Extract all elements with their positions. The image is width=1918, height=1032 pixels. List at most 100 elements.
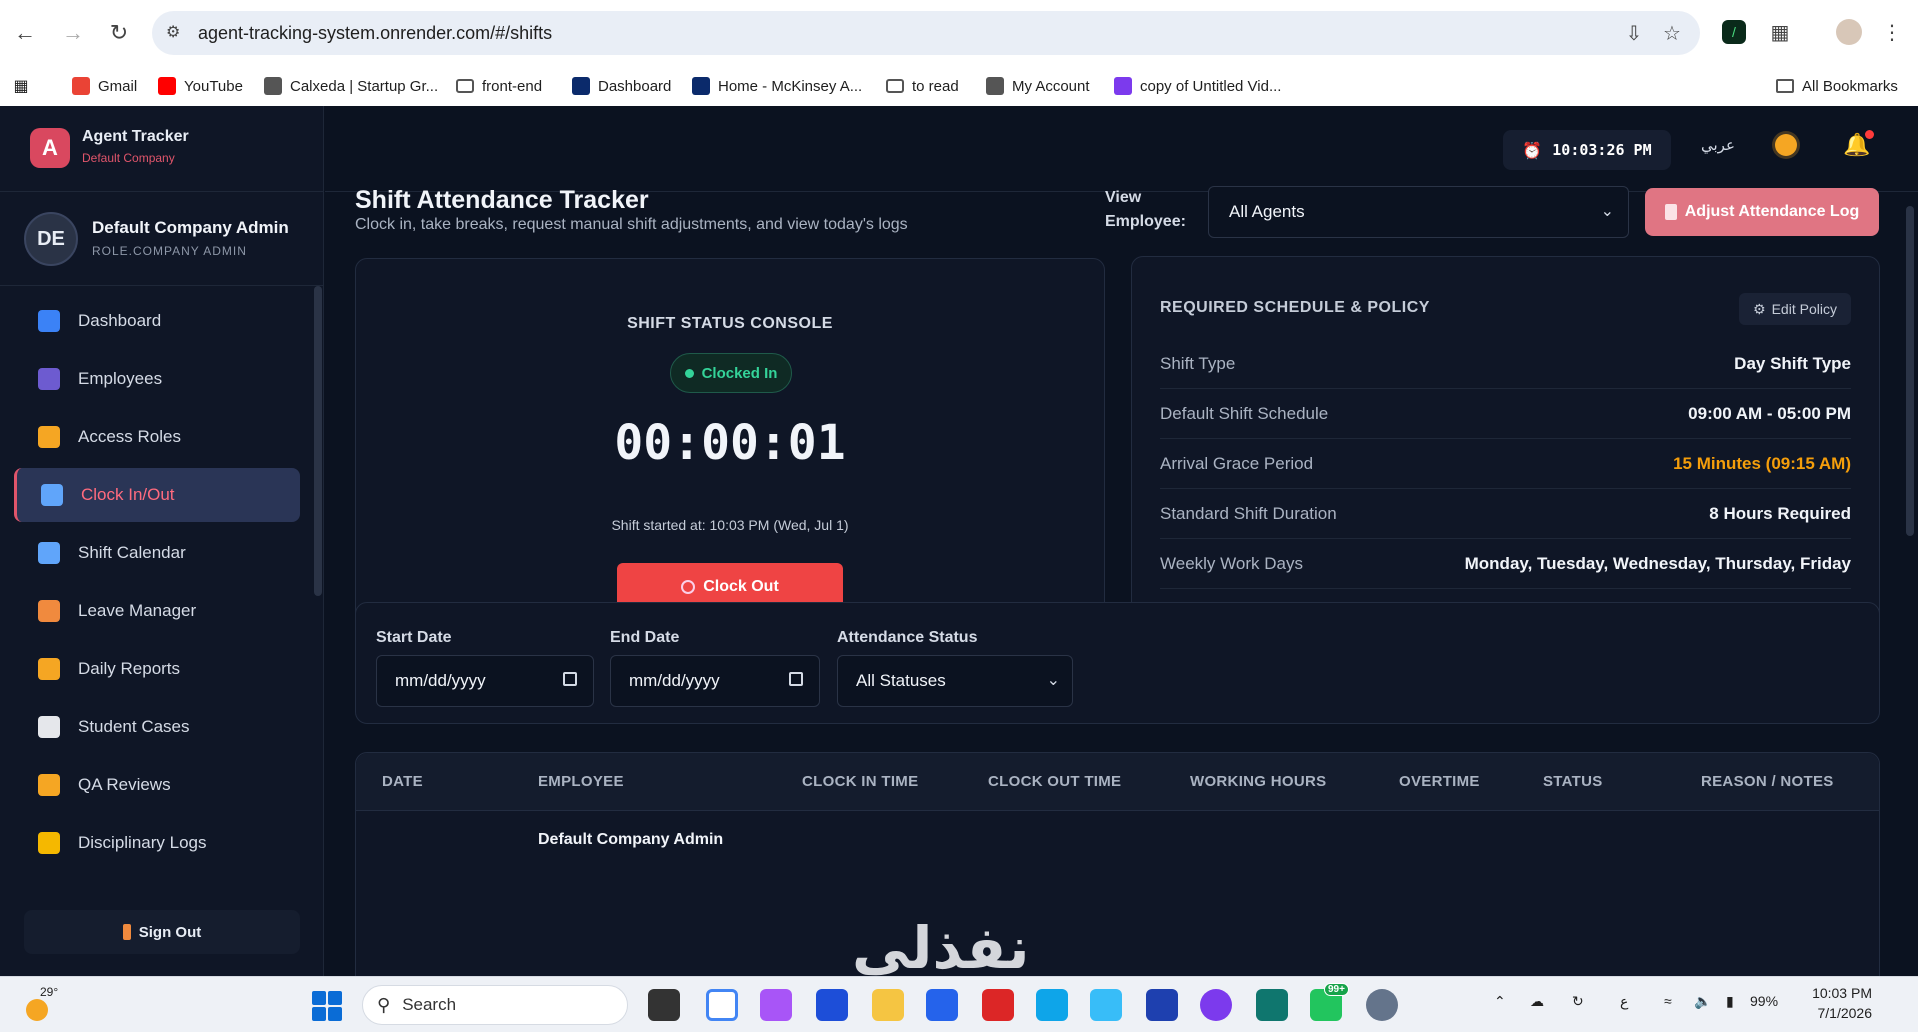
sidebar-item-daily-reports[interactable]: Daily Reports [14, 642, 300, 696]
all-bookmarks-label: All Bookmarks [1802, 77, 1898, 95]
whatsapp-badge: 99+ [1324, 983, 1349, 996]
apps-grid-icon[interactable]: ▦ [12, 74, 30, 98]
start-button[interactable] [312, 991, 342, 1021]
column-header[interactable]: WORKING HOURS [1190, 773, 1326, 790]
remote-desktop-icon[interactable] [926, 989, 958, 1021]
attendance-status-value: All Statuses [856, 671, 946, 690]
policy-row: Arrival Grace Period 15 Minutes (09:15 AM… [1160, 439, 1851, 489]
column-header[interactable]: REASON / NOTES [1701, 773, 1834, 790]
column-header[interactable]: STATUS [1543, 773, 1603, 790]
calendar-icon[interactable] [563, 672, 577, 686]
bookmark-item[interactable]: front-end [456, 74, 542, 98]
forward-icon[interactable]: → [58, 18, 88, 48]
address-bar[interactable]: ⚙ agent-tracking-system.onrender.com/#/s… [152, 11, 1700, 55]
sidebar-scrollbar[interactable] [314, 286, 322, 596]
weather-widget[interactable]: 29° [22, 985, 82, 1025]
copilot-icon[interactable] [760, 989, 792, 1021]
profile-avatar[interactable] [1836, 19, 1862, 45]
notification-dot [1865, 130, 1874, 139]
page-scrollbar[interactable] [1906, 206, 1914, 536]
sidebar-item-label: Leave Manager [78, 601, 197, 620]
bookmark-item[interactable]: copy of Untitled Vid... [1114, 74, 1281, 98]
column-header[interactable]: EMPLOYEE [538, 773, 624, 790]
brand-name: Agent Tracker [82, 128, 189, 145]
wifi-icon[interactable]: ≈ [1664, 993, 1672, 1009]
snipping-icon[interactable] [1090, 989, 1122, 1021]
policy-key: Standard Shift Duration [1160, 503, 1337, 523]
end-date-input[interactable]: mm/dd/yyyy [610, 655, 820, 707]
sidebar-item-clock-in-out[interactable]: Clock In/Out [14, 468, 300, 522]
app-root: A Agent Tracker Default Company DE Defau… [0, 106, 1918, 976]
sidebar-item-leave-manager[interactable]: Leave Manager [14, 584, 300, 638]
edit-policy-button[interactable]: ⚙ Edit Policy [1739, 293, 1851, 325]
sign-out-button[interactable]: Sign Out [24, 910, 300, 954]
whatsapp-icon[interactable]: 99+ [1310, 983, 1349, 1021]
kebab-menu-icon[interactable]: ⋮ [1878, 18, 1906, 46]
policy-row: Shift Type Day Shift Type [1160, 339, 1851, 389]
adjust-attendance-button[interactable]: Adjust Attendance Log [1645, 188, 1879, 236]
bookmark-item[interactable]: Calxeda | Startup Gr... [264, 74, 438, 98]
shift-status-console: SHIFT STATUS CONSOLE Clocked In 00:00:01… [355, 258, 1105, 656]
site-info-icon[interactable]: ⚙ [166, 22, 186, 42]
column-header[interactable]: CLOCK OUT TIME [988, 773, 1121, 790]
system-time: 10:03 PM [1812, 985, 1872, 1001]
attendance-status-select[interactable]: All Statuses ⌄ [837, 655, 1073, 707]
volume-icon[interactable]: 🔈 [1694, 993, 1711, 1010]
store-icon[interactable] [1146, 989, 1178, 1021]
language-toggle[interactable]: عربي [1701, 136, 1735, 154]
chrome-icon[interactable] [706, 989, 738, 1021]
star-icon[interactable]: ☆ [1660, 21, 1684, 45]
bookmark-item[interactable]: to read [886, 74, 959, 98]
youtube-icon [158, 77, 176, 95]
system-clock[interactable]: 10:03 PM 7/1/2026 [1802, 983, 1872, 1023]
file-explorer-icon[interactable] [872, 989, 904, 1021]
start-date-input[interactable]: mm/dd/yyyy [376, 655, 594, 707]
notepad-icon[interactable] [1256, 989, 1288, 1021]
podcast-icon[interactable] [1200, 989, 1232, 1021]
sync-icon[interactable]: ↻ [1572, 993, 1584, 1010]
onedrive-icon[interactable]: ☁ [1530, 993, 1544, 1010]
install-app-icon[interactable]: ⇩ [1622, 21, 1646, 45]
windows-taskbar: 29° ⚲ Search 99+ ⌃ ☁ ↻ ع ≈ 🔈 ▮ 99% 10:03… [0, 976, 1918, 1032]
theme-toggle-sun-icon[interactable] [1775, 134, 1797, 156]
bookmark-label: Home - McKinsey A... [718, 77, 863, 95]
azure-icon[interactable] [816, 989, 848, 1021]
back-icon[interactable]: ← [10, 18, 40, 48]
taskbar-search[interactable]: ⚲ Search [362, 985, 628, 1025]
page-subtitle: Clock in, take breaks, request manual sh… [355, 216, 908, 233]
extensions-puzzle-icon[interactable]: ▦ [1766, 18, 1794, 46]
mcafee-icon[interactable] [982, 989, 1014, 1021]
extension-icon[interactable]: / [1722, 20, 1746, 44]
reload-icon[interactable]: ↻ [104, 18, 134, 48]
sidebar-item-qa-reviews[interactable]: QA Reviews [14, 758, 300, 812]
edge-icon[interactable] [1036, 989, 1068, 1021]
column-header[interactable]: DATE [382, 773, 423, 790]
bookmark-item[interactable]: YouTube [158, 74, 243, 98]
bookmark-item[interactable]: Home - McKinsey A... [692, 74, 862, 98]
sidebar-item-access-roles[interactable]: Access Roles [14, 410, 300, 464]
bookmark-item[interactable]: Gmail [72, 74, 137, 98]
employee-select[interactable]: All Agents ⌄ [1208, 186, 1629, 238]
sidebar-item-disciplinary-logs[interactable]: Disciplinary Logs [14, 816, 300, 870]
status-badge-label: Clocked In [701, 364, 778, 382]
sidebar-item-dashboard[interactable]: Dashboard [14, 294, 300, 348]
all-bookmarks[interactable]: All Bookmarks [1776, 74, 1898, 98]
sidebar-item-label: Disciplinary Logs [78, 833, 207, 852]
bookmark-item[interactable]: My Account [986, 74, 1090, 98]
status-dot [684, 368, 694, 378]
url-text[interactable]: agent-tracking-system.onrender.com/#/shi… [198, 23, 552, 44]
task-view-icon[interactable] [648, 989, 680, 1021]
column-header[interactable]: OVERTIME [1399, 773, 1480, 790]
sidebar-item-employees[interactable]: Employees [14, 352, 300, 406]
sidebar-item-student-cases[interactable]: Student Cases [14, 700, 300, 754]
bookmark-item[interactable]: Dashboard [572, 74, 671, 98]
column-header[interactable]: CLOCK IN TIME [802, 773, 918, 790]
battery-icon[interactable]: ▮ [1726, 993, 1734, 1010]
filters-card: Start Date mm/dd/yyyy End Date mm/dd/yyy… [355, 602, 1880, 724]
chevron-up-icon[interactable]: ⌃ [1494, 993, 1506, 1010]
bookmark-icon [692, 77, 710, 95]
settings-icon[interactable] [1366, 989, 1398, 1021]
sidebar-item-shift-calendar[interactable]: Shift Calendar [14, 526, 300, 580]
input-language[interactable]: ع [1620, 993, 1628, 1010]
calendar-icon[interactable] [789, 672, 803, 686]
